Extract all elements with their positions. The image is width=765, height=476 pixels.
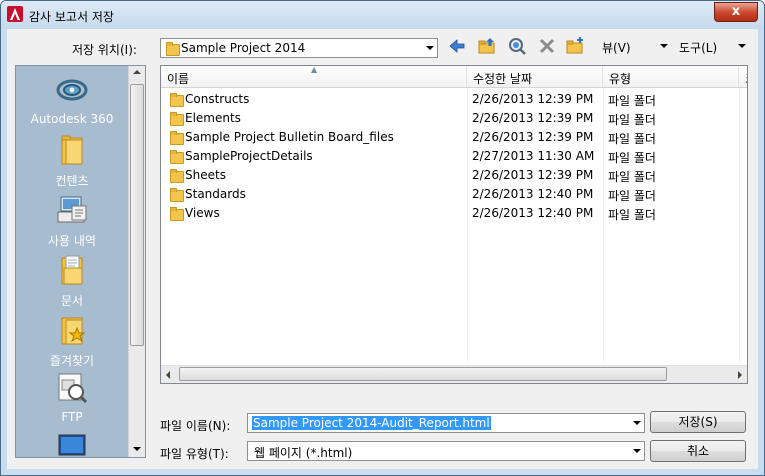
file-name-value: Sample Project 2014-Audit_Report.html [252,416,491,430]
new-folder-icon[interactable] [565,36,585,56]
file-type: 파일 폴더 [608,208,656,222]
autocad-app-icon [7,6,23,22]
file-row[interactable]: Constructs 2/26/2013 12:39 PM 파일 폴더 [161,90,747,109]
folder-icon [170,93,184,107]
place-label: 문서 [60,294,84,308]
column-header-date[interactable]: 수정한 날짜 [467,66,603,88]
file-name-input[interactable]: Sample Project 2014-Audit_Report.html [247,413,645,433]
tools-menu[interactable]: 도구(L) [679,39,717,56]
scroll-down-icon[interactable] [133,447,141,451]
file-date: 2/26/2013 12:39 PM [472,92,594,106]
file-type-label: 파일 유형(T): [160,447,229,461]
folder-icon [170,207,184,221]
save-button[interactable]: 저장(S) [650,411,746,433]
places-scrollbar[interactable] [128,66,145,457]
column-label: 유형 [609,72,632,86]
folder-icon [170,188,184,202]
file-date: 2/26/2013 12:40 PM [472,206,594,220]
save-dialog: 감사 보고서 저장 x 저장 위치(I): Sample Project 201… [0,0,765,476]
back-icon[interactable] [447,36,467,56]
view-menu[interactable]: 뷰(V) [602,39,631,56]
file-type: 파일 폴더 [608,189,656,203]
place-label: FTP [61,410,83,424]
folder-icon [170,150,184,164]
chevron-down-icon [426,46,434,50]
file-row[interactable]: Views 2/26/2013 12:40 PM 파일 폴더 [161,204,747,223]
dialog-client: 저장 위치(I): Sample Project 2014 뷰(V) 도구(L)… [7,29,758,469]
search-web-icon[interactable] [507,36,527,56]
up-folder-icon[interactable] [477,36,497,56]
scroll-thumb[interactable] [179,367,667,381]
file-date: 2/26/2013 12:39 PM [472,168,594,182]
file-date: 2/26/2013 12:39 PM [472,130,594,144]
column-header-type[interactable]: 유형 [603,66,739,88]
autodesk-360-icon [56,79,88,101]
monitor-icon [58,434,86,456]
file-row[interactable]: Standards 2/26/2013 12:40 PM 파일 폴더 [161,185,747,204]
file-type: 파일 폴더 [608,151,656,165]
place-label: Autodesk 360 [30,112,114,126]
favorites-icon [61,317,86,345]
column-header-name[interactable]: 이름 ▲ [161,66,467,88]
place-label: 컨텐츠 [55,174,89,188]
scroll-thumb[interactable] [130,84,144,346]
column-label: 수정한 날짜 [473,72,533,86]
file-row[interactable]: Sheets 2/26/2013 12:39 PM 파일 폴더 [161,166,747,185]
chevron-down-icon[interactable] [633,421,641,425]
file-type-value: 웹 페이지 (*.html) [254,446,353,460]
file-name-label: 파일 이름(N): [160,419,231,433]
scroll-left-icon[interactable] [166,371,170,379]
cancel-button[interactable]: 취소 [650,440,746,462]
save-in-label: 저장 위치(I): [72,43,137,57]
save-in-dropdown[interactable]: Sample Project 2014 [160,38,438,58]
file-date: 2/26/2013 12:40 PM [472,187,594,201]
file-name: Sample Project Bulletin Board_files [185,130,394,144]
file-type: 파일 폴더 [608,170,656,184]
close-button[interactable]: x [714,2,758,22]
file-type: 파일 폴더 [608,94,656,108]
file-name: Constructs [185,92,250,106]
scroll-right-icon[interactable] [738,371,742,379]
content-folder-icon [61,135,83,165]
file-date: 2/27/2013 11:30 AM [472,149,595,163]
horizontal-scrollbar[interactable] [161,365,747,383]
column-label: 크 [745,70,747,87]
file-type: 파일 폴더 [608,113,656,127]
save-in-value: Sample Project 2014 [181,41,306,55]
ftp-icon [58,373,88,404]
column-header-size[interactable]: 크 [739,66,747,88]
history-icon [57,196,87,223]
folder-icon [170,131,184,145]
folder-icon [166,42,180,56]
file-name: Elements [185,111,241,125]
chevron-down-icon[interactable] [660,44,668,48]
folder-icon [170,112,184,126]
sort-up-icon: ▲ [311,65,318,74]
delete-icon[interactable] [537,36,557,56]
window-title: 감사 보고서 저장 [29,10,114,24]
documents-icon [61,255,83,285]
file-name: Sheets [185,168,226,182]
file-type: 파일 폴더 [608,132,656,146]
file-name: SampleProjectDetails [185,149,313,163]
file-name: Views [185,206,220,220]
file-row[interactable]: Sample Project Bulletin Board_files 2/26… [161,128,747,147]
chevron-down-icon[interactable] [633,449,641,453]
file-type-dropdown[interactable]: 웹 페이지 (*.html) [247,441,645,461]
folder-icon [170,169,184,183]
place-label: 사용 내역 [48,234,96,248]
places-bar: Autodesk 360 컨텐츠 사용 내역 문서 즐겨찾기 FTP [15,65,146,458]
place-label: 즐겨찾기 [49,354,95,368]
file-row[interactable]: SampleProjectDetails 2/27/2013 11:30 AM … [161,147,747,166]
column-label: 이름 [167,72,190,86]
title-bar[interactable]: 감사 보고서 저장 x [1,1,764,29]
chevron-down-icon[interactable] [738,44,746,48]
scroll-up-icon[interactable] [133,70,141,74]
file-name: Standards [185,187,246,201]
file-list: 이름 ▲ 수정한 날짜 유형 크 Constructs 2/26/2013 12… [160,65,748,384]
file-date: 2/26/2013 12:39 PM [472,111,594,125]
file-row[interactable]: Elements 2/26/2013 12:39 PM 파일 폴더 [161,109,747,128]
